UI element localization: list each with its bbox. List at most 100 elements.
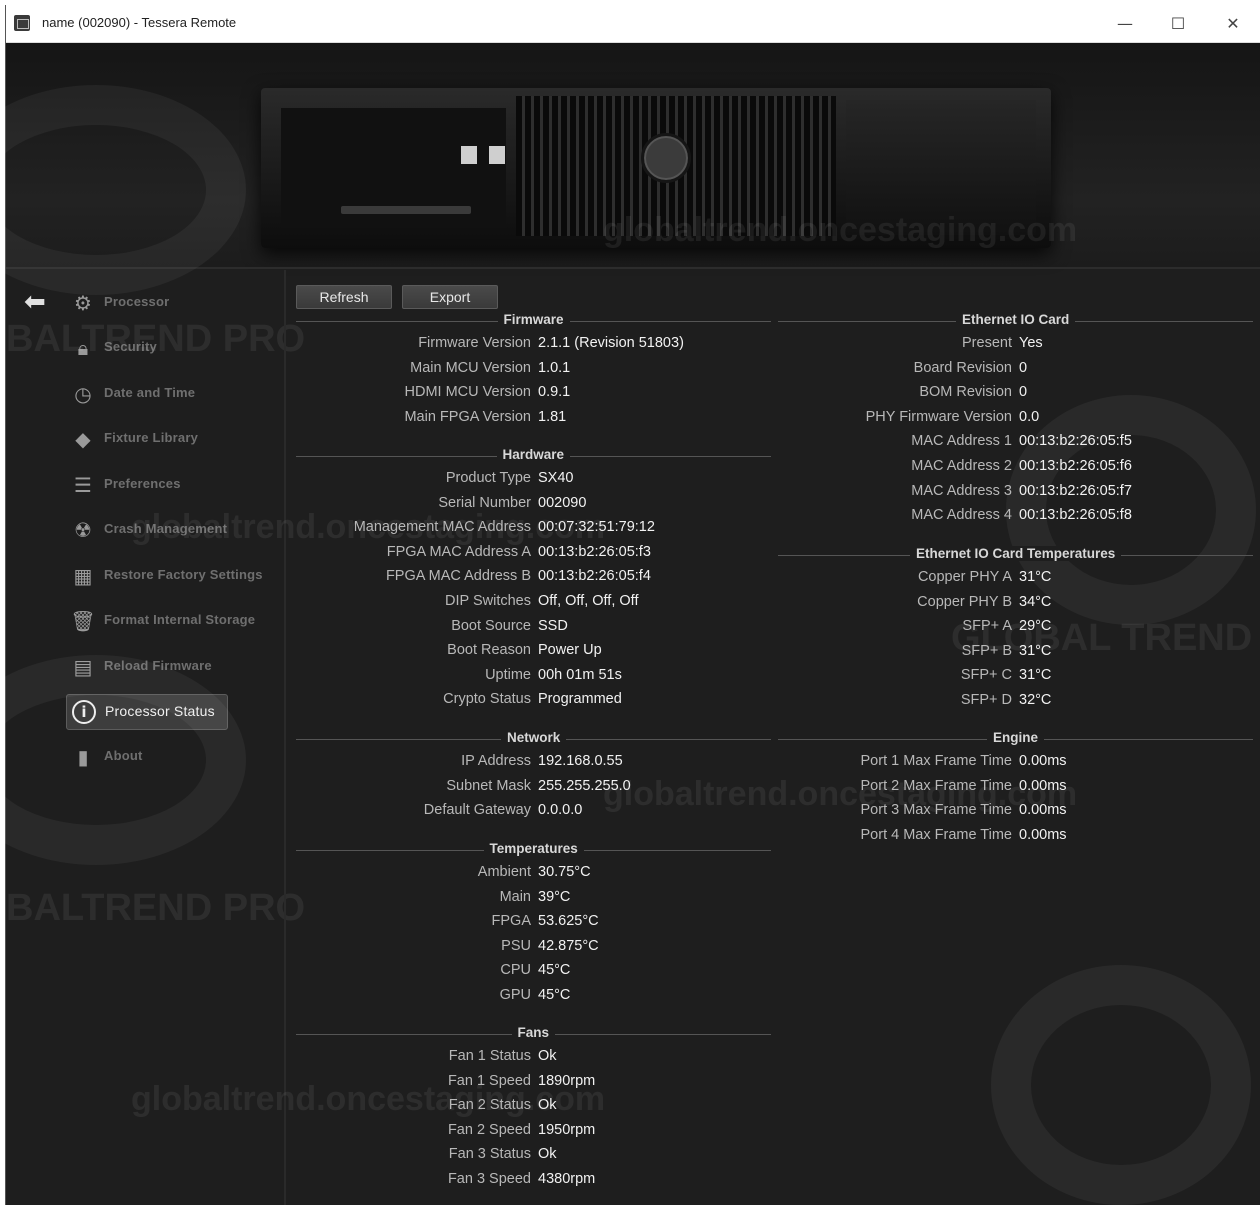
ethernet-io-card-temps-row: SFP+ B: [712, 643, 1012, 665]
field-value-text: 45°C: [538, 962, 571, 979]
firmware-heading: Firmware: [497, 312, 570, 327]
field-label: Copper PHY A: [917, 569, 1012, 585]
field-value-text: 4380rpm: [538, 1171, 596, 1187]
field-value-text: 0: [1019, 384, 1028, 401]
network-row: Subnet Mask: [231, 778, 531, 800]
fixture-icon: ◆: [75, 427, 91, 451]
field-label: Port 4 Max Frame Time: [860, 826, 1012, 843]
ethernet-io-card-heading: Ethernet IO Card: [956, 312, 1076, 327]
fans-row: Fan 2 Status: [231, 1097, 531, 1119]
field-value-text: 00:07:32:51:79:12: [538, 519, 655, 536]
back-arrow-icon[interactable]: ⬅: [24, 289, 52, 315]
field-value-text: 002090: [538, 494, 587, 511]
hardware-row: Crypto Status: [231, 691, 531, 713]
ethernet-io-card-temps-row: Copper PHY B: [712, 594, 1012, 616]
status-led: [461, 146, 477, 164]
field-value-text: 29°C: [1019, 618, 1052, 635]
field-value-text: 00:13:b2:26:05:f7: [1019, 482, 1132, 499]
field-value-text: 00:13:b2:26:05:f4: [538, 568, 651, 585]
field-value-text: 31°C: [1019, 569, 1052, 585]
engine-row: Port 1 Max Frame Time: [712, 753, 1012, 775]
window-title: name (002090) - Tessera Remote: [42, 15, 237, 30]
gear-icon: ⚙: [74, 291, 92, 315]
field-label: Main: [499, 888, 531, 905]
field-label: DIP Switches: [445, 593, 531, 609]
export-button[interactable]: Export: [402, 285, 498, 309]
sidebar-item-label: About: [104, 748, 143, 763]
sidebar-item-label: Processor Status: [105, 703, 215, 719]
field-label: Fan 2 Status: [448, 1097, 531, 1114]
field-value-text: 45°C: [538, 987, 571, 1003]
field-value-text: 1.81: [538, 408, 567, 425]
divider: [6, 267, 1260, 269]
field-value-text: 00:13:b2:26:05:f8: [1019, 507, 1132, 524]
field-value-text: 0.9.1: [538, 384, 571, 401]
minimize-button[interactable]: —: [1103, 9, 1147, 39]
ethernet-io-card-temps-row: SFP+ C: [712, 667, 1012, 689]
field-label: Boot Source: [451, 617, 531, 634]
trash-icon: 🗑︎: [70, 609, 96, 633]
watermark-logo-icon: [991, 965, 1251, 1205]
ethernet-io-card-row: Present: [712, 335, 1012, 357]
network-row: IP Address: [231, 753, 531, 775]
field-value-text: 00h 01m 51s: [538, 666, 622, 683]
clock-icon: ◷: [74, 382, 92, 406]
fans-row: Fan 1 Speed: [231, 1073, 531, 1095]
title-bar: name (002090) - Tessera Remote — ☐ ✕: [6, 5, 1260, 43]
field-label: Uptime: [485, 666, 531, 683]
sidebar-item-label: Preferences: [104, 476, 181, 491]
field-value-text: Power Up: [538, 642, 602, 659]
field-label: MAC Address 3: [911, 482, 1012, 499]
ethernet-io-card-row: Board Revision: [712, 360, 1012, 382]
factory-icon: ▦: [73, 564, 93, 588]
app-icon: [14, 15, 30, 31]
maximize-button[interactable]: ☐: [1156, 9, 1200, 39]
ethernet-io-card-row: MAC Address 2: [712, 458, 1012, 480]
refresh-button[interactable]: Refresh: [296, 285, 392, 309]
field-label: Fan 2 Speed: [447, 1121, 531, 1138]
sidebar-item-processor[interactable]: ⚙ Processor: [66, 286, 276, 320]
lock-icon: 🔒︎: [77, 336, 89, 360]
fans-section-heading: Fans: [296, 1024, 771, 1044]
field-label: Crypto Status: [443, 691, 531, 708]
processor-image: globaltrend.oncestaging.com: [6, 43, 1260, 268]
field-value-text: 0.00ms: [1019, 777, 1067, 794]
field-value-text: 2.1.1 (Revision 51803): [538, 335, 684, 351]
field-label: Firmware Version: [418, 335, 531, 351]
sidebar-item-label: Date and Time: [104, 385, 196, 400]
engine-row: Port 3 Max Frame Time: [712, 802, 1012, 824]
network-row: Default Gateway: [231, 802, 531, 824]
book-icon: ▮: [77, 745, 89, 769]
field-label: FPGA MAC Address A: [386, 543, 531, 560]
firmware-section-heading: Firmware: [296, 311, 771, 331]
field-value-text: Ok: [538, 1097, 557, 1114]
field-label: Fan 3 Status: [448, 1146, 531, 1163]
field-value-text: 0.0.0.0: [538, 802, 583, 819]
status-led: [489, 146, 505, 164]
field-label: PHY Firmware Version: [865, 408, 1012, 425]
temperatures-row: Ambient: [231, 864, 531, 886]
field-label: Fan 3 Speed: [447, 1171, 531, 1187]
field-value-text: 32°C: [1019, 692, 1052, 708]
ethernet-io-card-temps-row: SFP+ D: [712, 692, 1012, 714]
hardware-row: Boot Source: [231, 618, 531, 640]
close-button[interactable]: ✕: [1211, 9, 1255, 39]
sidebar-item-label: Processor: [104, 294, 170, 309]
firmware-row: Main FPGA Version: [231, 409, 531, 431]
temperatures-row: PSU: [231, 938, 531, 960]
app-window: name (002090) - Tessera Remote — ☐ ✕ glo…: [0, 5, 1260, 1205]
ethernet-io-card-row: MAC Address 1: [712, 433, 1012, 455]
field-value-text: 0.00ms: [1019, 802, 1067, 819]
field-value-text: 0.00ms: [1019, 753, 1067, 769]
hardware-row: FPGA MAC Address A: [231, 544, 531, 566]
ethernet-io-card-temps-row: SFP+ A: [712, 618, 1012, 640]
sidebar-item-processor-status[interactable]: i Processor Status: [66, 694, 228, 730]
field-label: SFP+ C: [960, 667, 1012, 684]
field-value-text: 00:13:b2:26:05:f3: [538, 543, 651, 560]
field-value-text: Off, Off, Off, Off: [538, 593, 639, 609]
firmware-row: HDMI MCU Version: [231, 384, 532, 406]
network-section-heading: Network: [296, 729, 771, 749]
ethernet-io-card-row: MAC Address 4: [712, 507, 1012, 529]
field-value-text: 1950rpm: [538, 1121, 596, 1138]
field-value-text: 192.168.0.55: [538, 753, 623, 769]
